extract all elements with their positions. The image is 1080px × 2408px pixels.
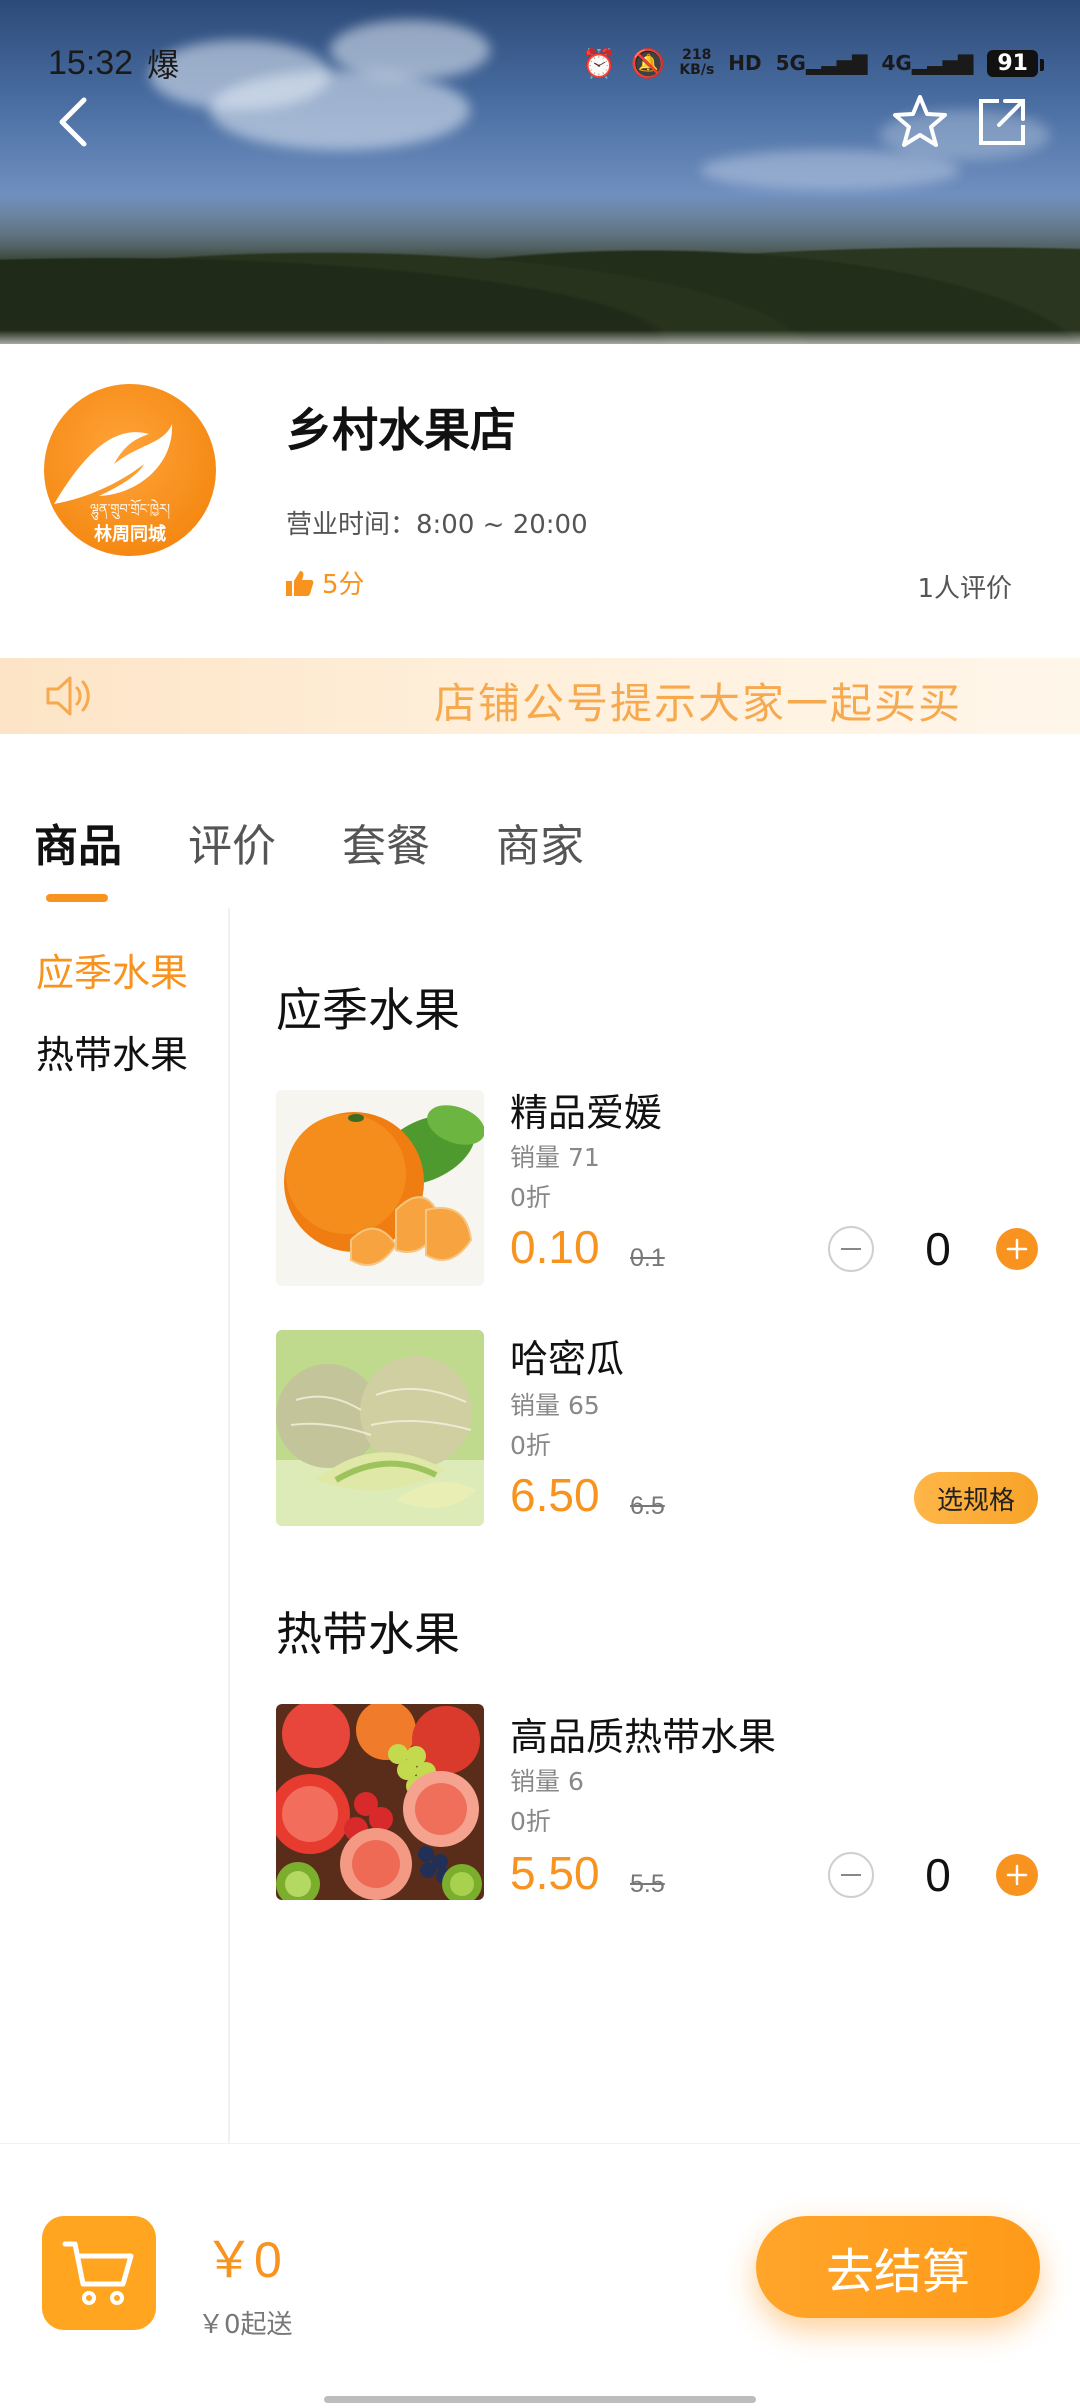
tab-bar: 商品 评价 套餐 商家 [34, 810, 584, 874]
star-icon [893, 95, 947, 147]
product-original-price: 6.5 [630, 1492, 665, 1520]
tab-products[interactable]: 商品 [34, 810, 122, 874]
home-indicator[interactable] [324, 2396, 756, 2403]
net-speed: 218 KB/s [679, 47, 715, 78]
product-discount: 0折 [510, 1431, 551, 1460]
product-price: 0.10 [510, 1221, 600, 1273]
signal-4g-icon: 4G▂▃▅▇ [881, 51, 974, 75]
plus-icon [1006, 1864, 1028, 1886]
product-sales: 销量 71 [510, 1143, 600, 1172]
thumbs-up-icon [286, 570, 314, 596]
product-name[interactable]: 高品质热带水果 [510, 1706, 776, 1761]
product-image[interactable] [276, 1330, 484, 1526]
product-image[interactable] [276, 1704, 484, 1900]
share-icon [979, 99, 1025, 145]
quantity-increase-button[interactable] [996, 1228, 1038, 1270]
battery-icon: 91 [987, 49, 1044, 77]
product-price: 5.50 [510, 1847, 600, 1899]
plus-icon [1006, 1238, 1028, 1260]
product-name[interactable]: 精品爱媛 [510, 1082, 662, 1137]
category-title: 热带水果 [276, 1607, 460, 1661]
cart-button[interactable] [42, 2216, 156, 2330]
notice-text: 店铺公号提示大家一起买买 [433, 679, 962, 728]
product-price: 6.50 [510, 1469, 600, 1521]
status-bar: 15:32 爆 ⏰ 🔕 218 KB/s HD 5G▂▃▅▇ 4G▂▃▅▇ 91 [48, 40, 1044, 86]
product-sales: 销量 6 [510, 1767, 584, 1796]
signal-5g-icon: 5G▂▃▅▇ [775, 51, 868, 75]
checkout-button[interactable]: 去结算 [756, 2216, 1040, 2318]
product-discount: 0折 [510, 1183, 551, 1212]
product-image[interactable] [276, 1090, 484, 1286]
quantity-decrease-button[interactable] [828, 1852, 874, 1898]
hd-icon: HD [728, 51, 762, 75]
category-title: 应季水果 [276, 983, 460, 1037]
review-count[interactable]: 1人评价 [917, 568, 1012, 605]
tree-line [0, 194, 1080, 344]
share-button[interactable] [972, 92, 1032, 152]
logo-text: 林周同城 [94, 524, 166, 545]
mute-icon: 🔕 [630, 46, 666, 80]
product-name[interactable]: 哈密瓜 [510, 1328, 624, 1383]
product-original-price: 0.1 [630, 1244, 665, 1272]
business-hours: 营业时间：8:00 ~ 20:00 [286, 510, 588, 540]
shop-name: 乡村水果店 [286, 403, 516, 457]
shop-rating: 5分 [284, 564, 365, 601]
minimum-order: ￥0起送 [198, 2310, 293, 2340]
shopping-cart-icon [62, 2241, 134, 2305]
notice-bar: 店铺公号提示大家一起买买 [0, 658, 1080, 734]
tab-packages[interactable]: 套餐 [342, 810, 430, 874]
sidebar-item-seasonal[interactable]: 应季水果 [36, 942, 188, 997]
tab-indicator [46, 894, 108, 902]
quantity-value: 0 [925, 1849, 951, 1901]
rating-score: 5分 [322, 570, 365, 600]
product-discount: 0折 [510, 1807, 551, 1836]
quantity-increase-button[interactable] [996, 1854, 1038, 1896]
quantity-value: 0 [925, 1223, 951, 1275]
product-sales: 销量 65 [510, 1391, 600, 1420]
favorite-button[interactable] [890, 92, 950, 152]
alarm-icon: ⏰ [581, 46, 617, 80]
quantity-decrease-button[interactable] [828, 1226, 874, 1272]
tab-merchant[interactable]: 商家 [496, 810, 584, 874]
cart-total: ￥0 [204, 2232, 282, 2288]
shop-logo: ལྷུན་གྲུབ་གྲོང་ཁྱེར། 林周同城 [44, 384, 216, 556]
category-sidebar: 应季水果 热带水果 [0, 908, 230, 2144]
product-original-price: 5.5 [630, 1870, 665, 1898]
select-spec-button[interactable]: 选规格 [914, 1472, 1038, 1524]
status-extra: 爆 [147, 46, 180, 84]
sidebar-item-tropical[interactable]: 热带水果 [36, 1024, 188, 1079]
chevron-left-icon [59, 97, 87, 147]
logo-script-text: ལྷུན་གྲུབ་གྲོང་ཁྱེར། [89, 502, 170, 517]
speaker-icon [44, 672, 96, 724]
back-button[interactable] [44, 92, 104, 152]
status-icons: ⏰ 🔕 218 KB/s HD 5G▂▃▅▇ 4G▂▃▅▇ 91 [581, 46, 1044, 80]
status-time: 15:32 [48, 43, 134, 82]
tab-reviews[interactable]: 评价 [188, 810, 276, 874]
